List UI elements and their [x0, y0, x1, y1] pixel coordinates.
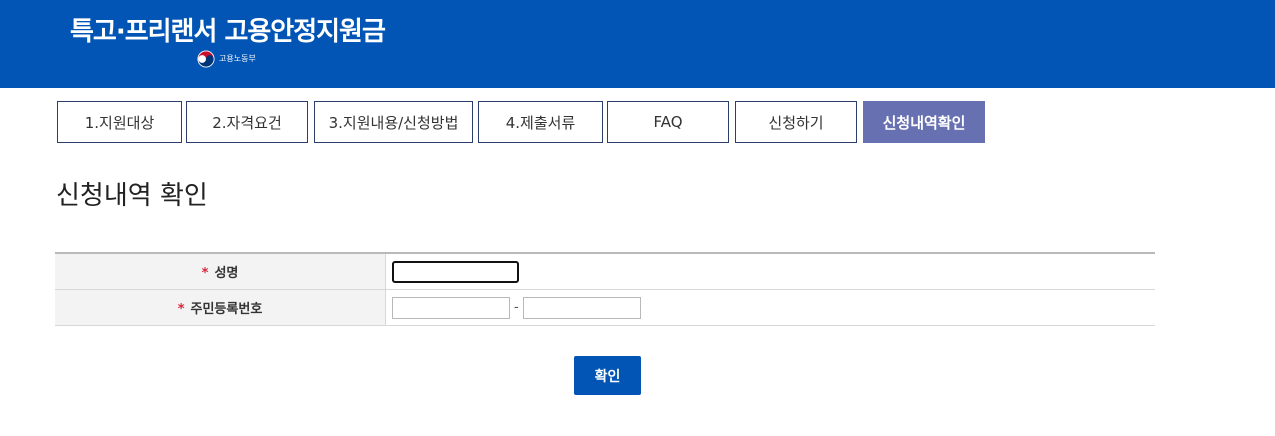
- tab-label: 2.자격요건: [212, 113, 282, 132]
- tab-label: 4.제출서류: [505, 113, 576, 132]
- tab-documents[interactable]: 4.제출서류: [478, 101, 603, 143]
- rrn-label: 주민등록번호: [190, 302, 263, 317]
- tab-label: 신청하기: [768, 113, 824, 132]
- confirm-button[interactable]: 확인: [574, 356, 641, 395]
- site-header: 특고·프리랜서 고용안정지원금 고용노동부: [0, 0, 1275, 88]
- rrn-input-cell: -: [385, 289, 1155, 326]
- ministry-logo: 고용노동부: [197, 50, 256, 68]
- lookup-form: * 성명 * 주민등록번호 -: [55, 252, 1155, 326]
- tab-apply[interactable]: 신청하기: [735, 101, 857, 143]
- tab-label: 3.지원내용/신청방법: [328, 113, 459, 132]
- tab-label: 1.지원대상: [84, 113, 155, 132]
- page-title: 신청내역 확인: [56, 181, 208, 211]
- name-row: * 성명: [55, 253, 1155, 290]
- tab-label: FAQ: [653, 113, 683, 131]
- ministry-name: 고용노동부: [219, 54, 256, 63]
- rrn-separator: -: [514, 300, 519, 315]
- name-input[interactable]: [392, 260, 519, 283]
- rrn-back-input[interactable]: [522, 296, 641, 319]
- site-title[interactable]: 특고·프리랜서 고용안정지원금: [70, 12, 386, 52]
- rrn-row: * 주민등록번호 -: [55, 289, 1155, 326]
- government-emblem-icon: [197, 50, 215, 68]
- tab-support-details[interactable]: 3.지원내용/신청방법: [314, 101, 473, 143]
- tab-eligible-target[interactable]: 1.지원대상: [57, 101, 182, 143]
- required-mark: *: [201, 266, 209, 281]
- rrn-front-input[interactable]: [392, 296, 510, 319]
- tab-label: 신청내역확인: [882, 113, 966, 132]
- tab-check-application[interactable]: 신청내역확인: [863, 101, 985, 143]
- name-input-cell: [385, 253, 1155, 290]
- required-mark: *: [177, 302, 185, 317]
- tab-faq[interactable]: FAQ: [607, 101, 729, 143]
- tab-qualifications[interactable]: 2.자격요건: [186, 101, 308, 143]
- name-label-cell: * 성명: [55, 253, 386, 290]
- name-label: 성명: [214, 266, 239, 281]
- rrn-label-cell: * 주민등록번호: [55, 289, 386, 326]
